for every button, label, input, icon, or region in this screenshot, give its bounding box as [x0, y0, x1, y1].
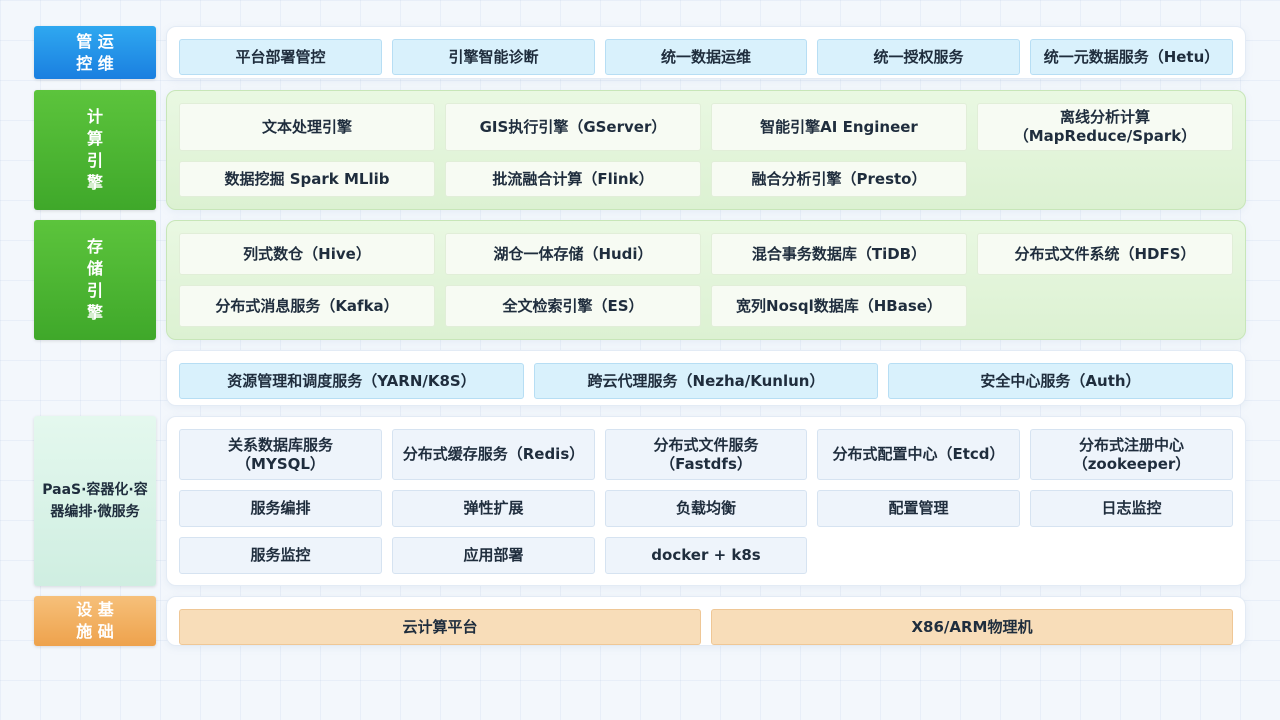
ops-item-auth[interactable]: 统一授权服务	[817, 39, 1020, 75]
infra-item-physical[interactable]: X86/ARM物理机	[711, 609, 1233, 645]
paas-item-elastic[interactable]: 弹性扩展	[392, 490, 595, 527]
ops-label-line-1: 管 运	[76, 31, 114, 51]
compute-label-line-2: 算	[86, 129, 103, 148]
compute-layer-label: 计 算 引 擎	[34, 90, 156, 210]
storage-item-hudi[interactable]: 湖仓一体存储（Hudi）	[445, 233, 701, 275]
paas-item-fastdfs[interactable]: 分布式文件服务 （Fastdfs）	[605, 429, 807, 480]
paas-item-zookeeper[interactable]: 分布式注册中心 （zookeeper）	[1030, 429, 1233, 480]
compute-item-ai[interactable]: 智能引擎AI Engineer	[711, 103, 967, 151]
ops-item-diagnosis[interactable]: 引擎智能诊断	[392, 39, 595, 75]
compute-item-offline[interactable]: 离线分析计算 （MapReduce/Spark）	[977, 103, 1233, 151]
storage-label-line-4: 擎	[86, 303, 103, 322]
ops-label-line-2: 控 维	[76, 53, 114, 73]
storage-item-tidb[interactable]: 混合事务数据库（TiDB）	[711, 233, 967, 275]
service-item-yarn[interactable]: 资源管理和调度服务（YARN/K8S）	[179, 363, 524, 399]
compute-label-line-4: 擎	[86, 173, 103, 192]
storage-label-line-1: 存	[86, 237, 103, 256]
storage-item-kafka[interactable]: 分布式消息服务（Kafka）	[179, 285, 435, 327]
storage-label-line-2: 储	[86, 259, 103, 278]
paas-item-redis[interactable]: 分布式缓存服务（Redis）	[392, 429, 595, 480]
storage-item-hive[interactable]: 列式数仓（Hive）	[179, 233, 435, 275]
paas-item-mysql[interactable]: 关系数据库服务 （MYSQL）	[179, 429, 382, 480]
ops-item-data-ops[interactable]: 统一数据运维	[605, 39, 807, 75]
ops-layer-label: 管 运 控 维	[34, 26, 156, 79]
paas-layer-label: PaaS·容器化·容 器编排·微服务	[34, 416, 156, 586]
paas-label-line-1: PaaS·容器化·容	[42, 482, 148, 498]
paas-item-logging[interactable]: 日志监控	[1030, 490, 1233, 527]
compute-label-line-1: 计	[86, 107, 103, 126]
ops-item-metadata[interactable]: 统一元数据服务（Hetu）	[1030, 39, 1233, 75]
paas-item-docker[interactable]: docker + k8s	[605, 537, 807, 574]
ops-item-deploy[interactable]: 平台部署管控	[179, 39, 382, 75]
compute-item-presto[interactable]: 融合分析引擎（Presto）	[711, 161, 967, 197]
storage-layer-label: 存 储 引 擎	[34, 220, 156, 340]
paas-label-line-2: 器编排·微服务	[50, 504, 140, 520]
paas-item-deploy[interactable]: 应用部署	[392, 537, 595, 574]
storage-label-line-3: 引	[86, 281, 103, 300]
paas-item-etcd[interactable]: 分布式配置中心（Etcd）	[817, 429, 1020, 480]
infra-layer-label: 设 基 施 础	[34, 596, 156, 646]
infra-label-line-1: 设 基	[76, 600, 114, 619]
service-item-proxy[interactable]: 跨云代理服务（Nezha/Kunlun）	[534, 363, 878, 399]
infra-label-line-2: 施 础	[76, 622, 114, 641]
paas-item-monitoring[interactable]: 服务监控	[179, 537, 382, 574]
paas-item-config[interactable]: 配置管理	[817, 490, 1020, 527]
infra-item-cloud[interactable]: 云计算平台	[179, 609, 701, 645]
paas-item-loadbalance[interactable]: 负载均衡	[605, 490, 807, 527]
service-item-auth[interactable]: 安全中心服务（Auth）	[888, 363, 1233, 399]
storage-item-es[interactable]: 全文检索引擎（ES）	[445, 285, 701, 327]
storage-item-hdfs[interactable]: 分布式文件系统（HDFS）	[977, 233, 1233, 275]
compute-item-mllib[interactable]: 数据挖掘 Spark MLlib	[179, 161, 435, 197]
compute-label-line-3: 引	[86, 151, 103, 170]
compute-item-text[interactable]: 文本处理引擎	[179, 103, 435, 151]
compute-item-flink[interactable]: 批流融合计算（Flink）	[445, 161, 701, 197]
storage-item-hbase[interactable]: 宽列Nosql数据库（HBase）	[711, 285, 967, 327]
paas-item-orchestration[interactable]: 服务编排	[179, 490, 382, 527]
compute-item-gis[interactable]: GIS执行引擎（GServer）	[445, 103, 701, 151]
